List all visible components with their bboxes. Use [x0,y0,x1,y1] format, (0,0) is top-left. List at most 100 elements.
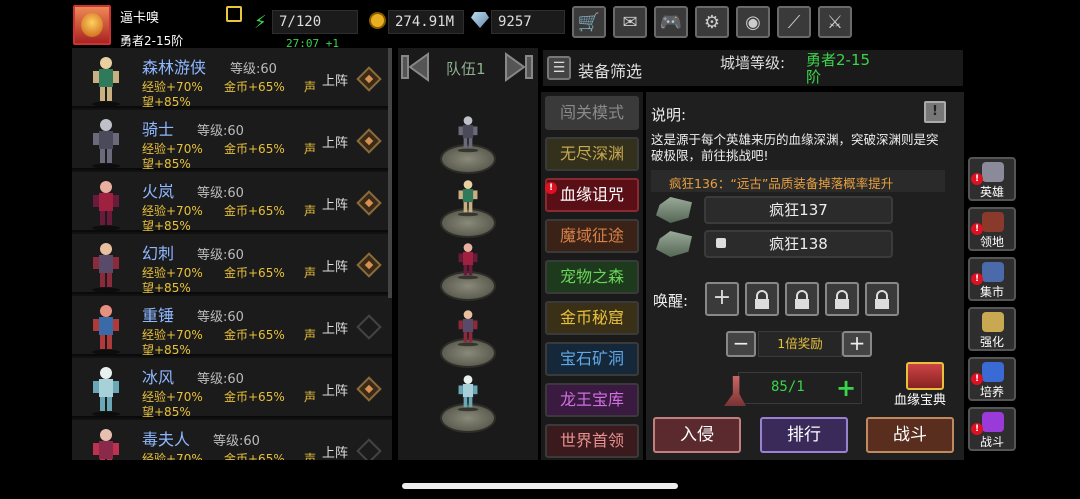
hero-fame-bonus: 望+85% [142,219,191,233]
hero-fame-prefix: 声 [304,142,317,156]
hero-row[interactable]: 骑士 等级:60 经验+70% 金币+65% 声望+85% 上阵 [72,110,392,171]
hero-name: 重锤 [142,306,175,325]
hero-fame-prefix: 声 [304,80,317,94]
awaken-add-button[interactable]: + [705,282,739,316]
alert-badge-icon: ! [971,173,983,185]
hero-row[interactable]: 冰风 等级:60 经验+70% 金币+65% 声望+85% 上阵 [72,358,392,419]
team-prev-arrow-icon[interactable] [398,52,432,82]
hero-row[interactable]: 重锤 等级:60 经验+70% 金币+65% 声望+85% 上阵 [72,296,392,357]
deploy-slot-diamond-icon[interactable] [356,190,382,216]
hero-name: 冰风 [142,368,175,387]
deploy-button[interactable]: 上阵 [322,194,348,213]
hero-fame-bonus: 望+85% [142,281,191,295]
deploy-button[interactable]: 上阵 [322,380,348,399]
ranking-button[interactable]: 排行 [760,417,848,453]
edit-name-icon[interactable] [226,6,242,22]
mode-button[interactable]: 金币秘窟 [545,301,639,335]
side-menu-art-icon [982,262,1004,282]
color-wheel-icon[interactable]: ◉ [736,6,770,38]
deploy-slot-diamond-icon[interactable] [356,314,382,340]
filter-menu-icon[interactable]: ☰ [547,56,571,80]
mode-button[interactable]: 世界首领 [545,424,639,458]
mode-button[interactable]: 宠物之森 [545,260,639,294]
team-slot-hero[interactable] [452,235,484,285]
hero-list-scrollbar[interactable] [388,48,392,298]
side-menu-label: 英雄 [979,185,1004,199]
hero-row[interactable]: 火岚 等级:60 经验+70% 金币+65% 声望+85% 上阵 [72,172,392,233]
side-menu-button[interactable]: 强化 [968,307,1016,351]
team-next-arrow-icon[interactable] [502,52,536,82]
claw-slash-icon[interactable]: ⟋ [777,6,811,38]
hero-portrait [84,178,128,231]
team-slot-hero[interactable] [452,367,484,417]
multiplier-minus-button[interactable]: − [726,331,756,357]
deploy-slot-diamond-icon[interactable] [356,252,382,278]
hero-name: 毒夫人 [142,430,191,449]
deploy-button[interactable]: 上阵 [322,256,348,275]
deploy-button[interactable]: 上阵 [322,132,348,151]
team-slot-hero[interactable] [452,172,484,222]
invade-button[interactable]: 入侵 [653,417,741,453]
deploy-button[interactable]: 上阵 [322,70,348,89]
help-info-icon[interactable]: ! [924,101,946,123]
awaken-locked-slot[interactable] [865,282,899,316]
settings-gear-icon[interactable]: ⚙ [695,6,729,38]
mode-button[interactable]: 无尽深渊 [545,137,639,171]
mail-icon[interactable]: ✉ [613,6,647,38]
deploy-slot-diamond-icon[interactable] [356,128,382,154]
awaken-locked-slot[interactable] [785,282,819,316]
add-ticket-button[interactable]: + [836,374,856,402]
hero-row[interactable]: 毒夫人等级:60经验+70%金币+65%声望+85%上阵 [72,420,392,460]
hero-name: 森林游侠 [142,58,207,77]
hero-level: 等级:60 [197,186,244,201]
multiplier-plus-button[interactable]: + [842,331,872,357]
mode-button[interactable]: 宝石矿洞 [545,342,639,376]
alert-badge-icon: ! [971,423,983,435]
home-indicator[interactable] [402,483,678,489]
side-menu-art-icon [982,162,1004,182]
hero-row[interactable]: 幻刺 等级:60 经验+70% 金币+65% 声望+85% 上阵 [72,234,392,295]
awaken-label: 唤醒: [653,292,689,310]
mode-button[interactable]: 龙王宝库 [545,383,639,417]
lock-icon [755,290,769,309]
deploy-button[interactable]: 上阵 [322,442,348,460]
crossed-swords-icon[interactable]: ⚔ [818,6,852,38]
blood-codex-label[interactable]: 血缘宝典 [894,389,946,408]
battle-button[interactable]: 战斗 [866,417,954,453]
hero-portrait [84,364,128,417]
lock-icon [716,238,726,248]
side-menu-label: 集市 [979,285,1004,299]
mode-button[interactable]: 魔域征途 [545,219,639,253]
deploy-button[interactable]: 上阵 [322,318,348,337]
hero-fame-prefix: 声 [304,452,317,460]
deploy-slot-diamond-icon[interactable] [356,376,382,402]
shop-cart-icon[interactable]: 🛒 [572,6,606,38]
hero-name: 骑士 [142,120,175,139]
side-menu-label: 领地 [979,235,1004,249]
hero-portrait [84,302,128,355]
awaken-locked-slot[interactable] [825,282,859,316]
hero-row[interactable]: 森林游侠 等级:60 经验+70% 金币+65% 声望+85% 上阵 [72,48,392,109]
player-rank: 勇者2-15阶 [120,34,184,48]
team-slot-hero[interactable] [452,108,484,158]
stage-row[interactable]: 疯狂138 [704,230,893,258]
gamepad-icon[interactable]: 🎮 [654,6,688,38]
hero-gold-bonus: 金币+65% [224,142,285,156]
mode-button[interactable]: 血缘诅咒 [545,178,639,212]
hero-portrait [84,116,128,169]
deploy-slot-diamond-icon[interactable] [356,438,382,460]
stage-row[interactable]: 疯狂137 [704,196,893,224]
hero-fame-prefix: 声 [304,204,317,218]
deploy-slot-diamond-icon[interactable] [356,66,382,92]
hero-fame-prefix: 声 [304,390,317,404]
hero-list[interactable]: 森林游侠 等级:60 经验+70% 金币+65% 声望+85% 上阵 骑士 等级:60 经验+… [72,48,392,460]
hero-gold-bonus: 金币+65% [224,266,285,280]
hero-fame-bonus: 望+85% [142,405,191,419]
team-slot-hero[interactable] [452,302,484,352]
mode-button[interactable]: 闯关模式 [545,96,639,130]
blood-codex-book-icon[interactable] [906,362,944,390]
awaken-locked-slot[interactable] [745,282,779,316]
player-avatar[interactable] [73,5,111,45]
wall-level-value: 勇者2-15阶 [806,51,871,86]
equipment-filter-label[interactable]: 装备筛选 [578,58,642,82]
